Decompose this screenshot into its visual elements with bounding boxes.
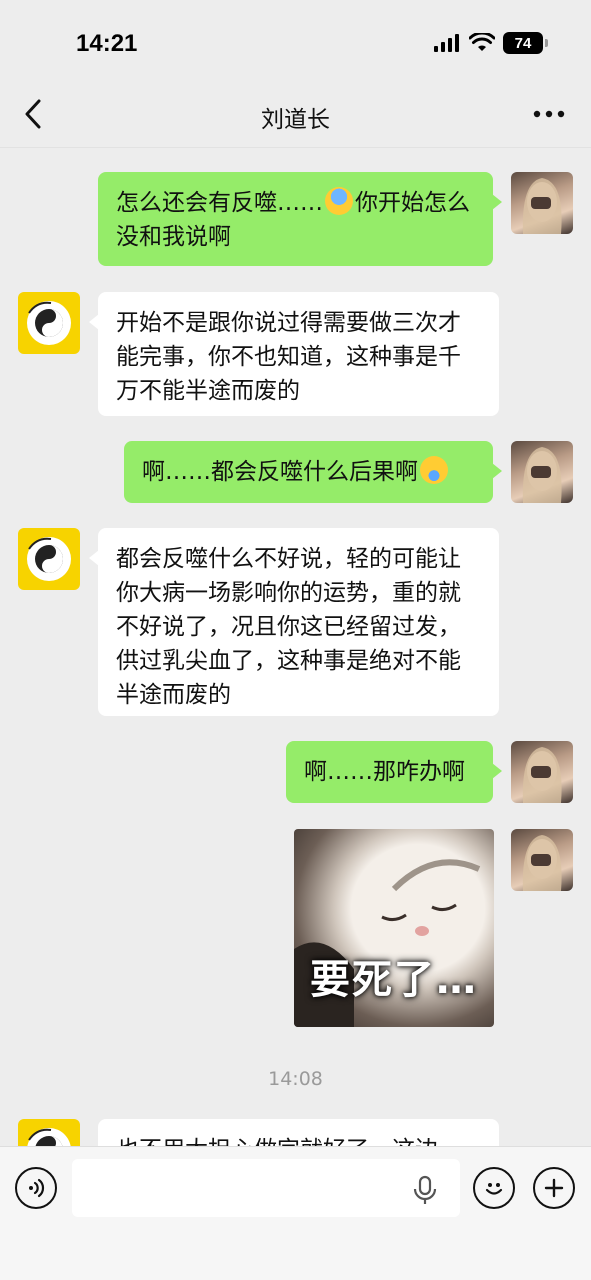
taoist-logo-icon [27, 1128, 71, 1148]
avatar-other[interactable] [18, 1119, 80, 1148]
message-text: 怎么还会有反噬…… [116, 190, 323, 216]
avatar-self[interactable] [511, 829, 573, 891]
smiley-icon [485, 1183, 503, 1195]
taoist-logo-icon [27, 537, 71, 581]
taoist-logo-icon [27, 301, 71, 345]
wifi-icon [469, 33, 495, 51]
sticker-caption: 要死了… [310, 957, 478, 1003]
status-icons: 74 [433, 32, 548, 54]
message-text: 啊……都会反噬什么后果啊 [142, 459, 418, 485]
fear-emoji-icon [325, 187, 353, 215]
status-bar: 14:21 74 [0, 0, 591, 80]
avatar-self[interactable] [511, 172, 573, 234]
message-bubble-other[interactable]: 都会反噬什么不好说，轻的可能让你大病一场影响你的运势，重的就不好说了，况且你这已… [89, 528, 499, 716]
nav-bar: 刘道长 [0, 80, 591, 148]
time-divider: 14:08 [268, 1068, 323, 1090]
user-photo-icon [522, 835, 562, 891]
more-dots-icon [533, 110, 565, 118]
avatar-self[interactable] [511, 441, 573, 503]
plus-icon [544, 1178, 564, 1198]
message-bubble-other[interactable]: 开始不是跟你说过得需要做三次才能完事，你不也知道，这种事是千万不能半途而废的 [89, 292, 499, 416]
chat-title: 刘道长 [261, 107, 330, 133]
more-button[interactable] [531, 104, 567, 124]
chat-area[interactable]: 怎么还会有反噬…… 你开始怎么没和我说啊 开始不是跟你说过得需要做三次才能完事，你… [0, 148, 591, 1148]
message-bubble-self[interactable]: 啊……那咋办啊 [286, 741, 502, 803]
message-bubble-self[interactable]: 怎么还会有反噬…… 你开始怎么没和我说啊 [98, 172, 502, 266]
message-text: 啊……那咋办啊 [304, 759, 465, 785]
avatar-other[interactable] [18, 528, 80, 590]
message-text: 都会反噬什么不好说，轻的可能让你大病一场影响你的运势，重的就不好说了，况且你这已… [116, 546, 461, 708]
crying-emoji-icon [420, 456, 448, 484]
more-actions-button[interactable] [533, 1167, 575, 1209]
battery-indicator: 74 [503, 32, 548, 54]
message-text: 开始不是跟你说过得需要做三次才能完事，你不也知道，这种事是千万不能半途而废的 [116, 310, 461, 404]
cat-sticker[interactable]: 要死了… [294, 829, 494, 1027]
signal-icon [434, 34, 459, 52]
avatar-self[interactable] [511, 741, 573, 803]
voice-wave-icon [29, 1178, 45, 1198]
user-photo-icon [522, 178, 562, 234]
emoji-button[interactable] [473, 1167, 515, 1209]
message-bubble-self[interactable]: 啊……都会反噬什么后果啊 [124, 441, 502, 503]
input-bar [0, 1146, 591, 1280]
user-photo-icon [522, 447, 562, 503]
user-photo-icon [522, 747, 562, 803]
avatar-other[interactable] [18, 292, 80, 354]
status-time: 14:21 [76, 30, 138, 57]
message-bubble-other[interactable]: 也不用太担心做完就好了，这边 [98, 1119, 499, 1148]
voice-toggle-button[interactable] [15, 1167, 57, 1209]
message-input[interactable] [72, 1159, 460, 1217]
microphone-icon[interactable] [412, 1175, 438, 1205]
